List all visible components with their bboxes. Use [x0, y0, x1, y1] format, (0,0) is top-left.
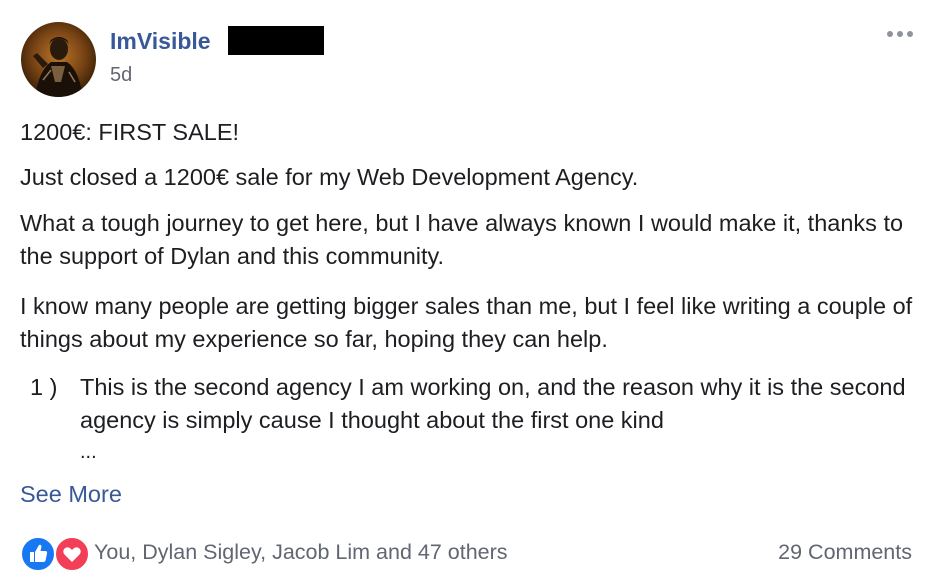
- comments-count-link[interactable]: 29 Comments: [778, 535, 912, 569]
- post-paragraph: What a tough journey to get here, but I …: [20, 210, 904, 269]
- list-item-number: 1 ): [30, 374, 58, 400]
- author-avatar[interactable]: [21, 22, 96, 97]
- author-name[interactable]: ImVisible: [110, 26, 211, 56]
- more-options-icon[interactable]: [880, 22, 920, 46]
- post-timestamp[interactable]: 5d: [110, 62, 132, 88]
- see-more-link[interactable]: See More: [20, 478, 122, 510]
- reaction-icons: [20, 535, 92, 572]
- reactions-summary[interactable]: You, Dylan Sigley, Jacob Lim and 47 othe…: [94, 535, 508, 569]
- like-icon: [20, 536, 56, 572]
- post-card: ImVisible 5d 1200€: FIRST SALE! Just clo…: [0, 0, 933, 582]
- post-headline: 1200€: FIRST SALE!: [20, 119, 240, 145]
- post-paragraph: I know many people are getting bigger sa…: [20, 293, 913, 352]
- post-paragraph: Just closed a 1200€ sale for my Web Deve…: [20, 164, 639, 190]
- reactions-bar[interactable]: You, Dylan Sigley, Jacob Lim and 47 othe…: [20, 535, 508, 572]
- redacted-name-bar: [228, 26, 324, 55]
- truncation-ellipsis: ...: [80, 441, 97, 463]
- list-item-text: This is the second agency I am working o…: [80, 374, 906, 433]
- love-icon: [54, 536, 90, 572]
